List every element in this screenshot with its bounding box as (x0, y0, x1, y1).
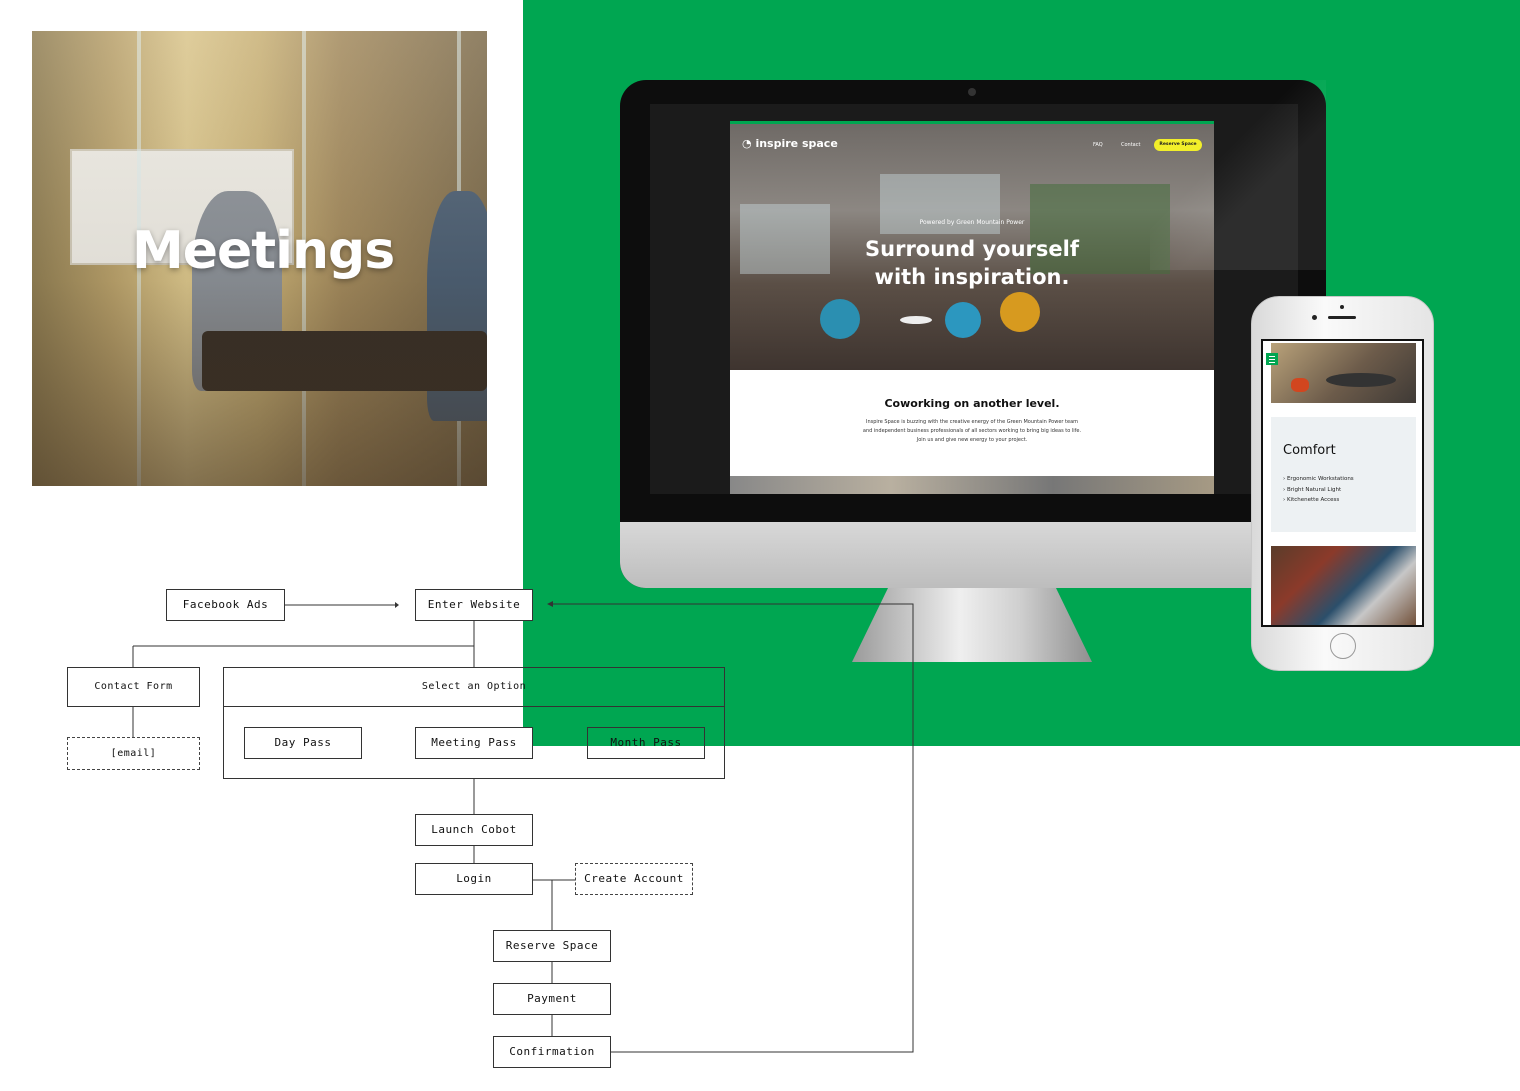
next-section-image (730, 476, 1214, 494)
section-body: Inspire Space is buzzing with the creati… (862, 419, 1082, 443)
node-launch-cobot: Launch Cobot (415, 814, 533, 846)
nav-faq-link[interactable]: FAQ (1093, 142, 1103, 148)
imac-chin (620, 522, 1326, 588)
table (900, 316, 932, 324)
node-email: [email] (67, 737, 200, 770)
powered-by-text: Powered by Green Mountain Power (919, 219, 1025, 226)
feature-item: › Bright Natural Light (1283, 486, 1342, 493)
node-payment: Payment (493, 983, 611, 1015)
node-login: Login (415, 863, 533, 895)
node-create-account: Create Account (575, 863, 693, 895)
hero-headline-line: Surround yourself (865, 237, 1079, 261)
sensor-dot (1340, 305, 1344, 309)
imac-stand (852, 588, 1092, 662)
node-day-pass: Day Pass (244, 727, 362, 759)
chair (945, 302, 981, 338)
speaker-grille (1328, 316, 1356, 319)
mobile-hero-image (1271, 343, 1416, 403)
desktop-website: ◔ inspire space FAQ Contact Reserve Spac… (730, 121, 1214, 494)
node-reserve-space: Reserve Space (493, 930, 611, 962)
node-meeting-pass: Meeting Pass (415, 727, 533, 759)
hamburger-menu-icon[interactable] (1266, 353, 1278, 365)
table (1326, 373, 1396, 387)
nav-contact-link[interactable]: Contact (1121, 142, 1140, 148)
section-title: Coworking on another level. (884, 397, 1060, 410)
feature-list: › Ergonomic Workstations › Bright Natura… (1283, 474, 1354, 506)
node-confirmation: Confirmation (493, 1036, 611, 1068)
lightbulb-icon: ◔ (742, 137, 752, 150)
feature-card-title: Comfort (1283, 443, 1336, 458)
home-button[interactable] (1330, 633, 1356, 659)
node-contact-form: Contact Form (67, 667, 200, 707)
site-logo[interactable]: ◔ inspire space (742, 137, 838, 150)
node-facebook-ads: Facebook Ads (166, 589, 285, 621)
chair (1291, 378, 1309, 392)
node-month-pass: Month Pass (587, 727, 705, 759)
chair (1000, 292, 1040, 332)
screen-glare (1150, 80, 1326, 270)
hero-headline-line: with inspiration. (874, 265, 1070, 289)
feature-item: › Kitchenette Access (1283, 497, 1340, 503)
feature-item: › Ergonomic Workstations (1283, 476, 1354, 482)
camera-icon (1312, 315, 1317, 320)
camera-icon (968, 88, 976, 96)
hero-headline: Surround yourself with inspiration. (730, 235, 1214, 291)
meetings-title: Meetings (132, 221, 395, 281)
node-enter-website: Enter Website (415, 589, 533, 621)
meetings-photo-tile: Meetings (32, 31, 487, 486)
feature-card: Comfort › Ergonomic Workstations › Brigh… (1271, 417, 1416, 532)
arrow-head (395, 602, 399, 608)
mobile-photo (1271, 546, 1416, 625)
node-select-option: Select an Option (223, 667, 725, 707)
mobile-website: Comfort › Ergonomic Workstations › Brigh… (1261, 339, 1424, 627)
chair (820, 299, 860, 339)
site-logo-text: inspire space (755, 137, 838, 150)
